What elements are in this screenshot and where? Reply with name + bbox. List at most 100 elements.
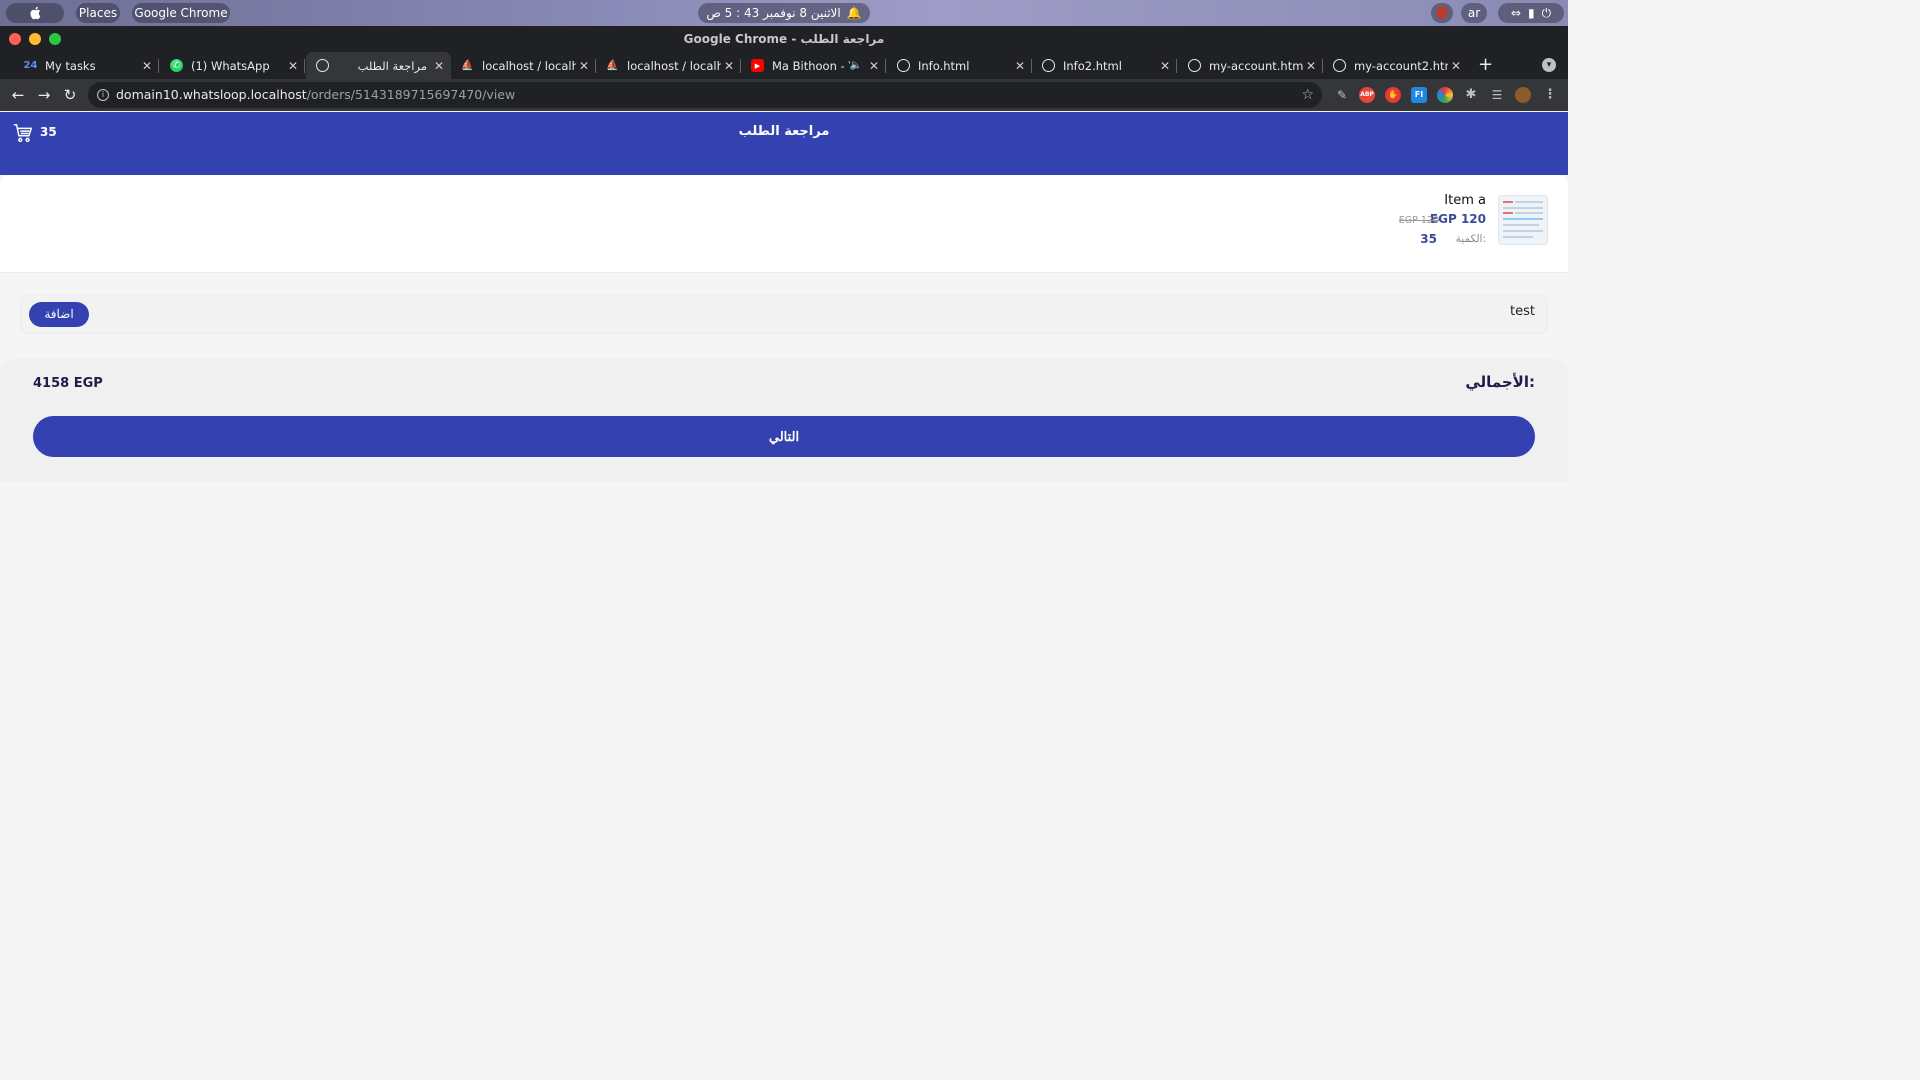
tab-separator (1176, 59, 1177, 73)
shield-indicator[interactable] (1431, 3, 1453, 23)
volume-icon: ▮ (1527, 6, 1535, 20)
close-tab-icon[interactable]: ✕ (431, 59, 447, 73)
active-app-menu[interactable]: Google Chrome (132, 3, 230, 23)
tab-label: localhost / localhost (627, 58, 721, 73)
globe-icon (316, 59, 329, 72)
tab-label: Info.html (918, 58, 970, 73)
tab-separator (304, 59, 305, 73)
language-indicator[interactable]: ar (1461, 3, 1487, 23)
tab-my-tasks[interactable]: 24 My tasks ✕ (14, 52, 159, 79)
network-icon: ⇔ (1510, 6, 1521, 20)
tab-info2[interactable]: Info2.html ✕ (1032, 52, 1177, 79)
clock-text: الاثنين 8 نوفمبر 43 : 5 ص (706, 6, 841, 20)
clock[interactable]: 🔔 الاثنين 8 نوفمبر 43 : 5 ص (698, 3, 870, 23)
phpmyadmin-icon: ⛵ (461, 60, 474, 71)
tab-label: Info2.html (1063, 58, 1122, 73)
globe-icon (1042, 59, 1055, 72)
total-value: 4158 EGP (33, 376, 103, 391)
color-extension-icon[interactable] (1437, 87, 1453, 103)
window-titlebar: Google Chrome - مراجعة الطلب (0, 26, 1568, 52)
item-name: Item a (1444, 193, 1486, 208)
close-tab-icon[interactable]: ✕ (866, 59, 882, 73)
close-tab-icon[interactable]: ✕ (285, 59, 301, 73)
page-header: 35 مراجعة الطلب (0, 112, 1568, 175)
tab-label: my-account2.html (1354, 58, 1448, 73)
tab-label: My tasks (45, 58, 96, 73)
globe-icon (1188, 59, 1201, 72)
add-button[interactable]: اضافة (29, 302, 89, 327)
close-tab-icon[interactable]: ✕ (1448, 59, 1464, 73)
minimize-window-button[interactable] (29, 33, 41, 45)
web-page: 35 مراجعة الطلب Item a EGP 120 EGP 120 ا… (0, 112, 1568, 882)
tab-label: Ma Bithoon - Yo (772, 58, 850, 73)
url-host: domain10.whatsloop.localhost (116, 87, 307, 102)
address-bar[interactable]: i domain10.whatsloop.localhost/orders/51… (88, 82, 1322, 108)
system-tray[interactable]: ⇔ ▮ ⏻ (1498, 3, 1564, 23)
chrome-menu-icon[interactable]: ⋮ (1542, 87, 1558, 103)
profile-avatar[interactable] (1515, 87, 1531, 103)
globe-icon (1333, 59, 1346, 72)
reading-list-icon[interactable]: ☰ (1489, 87, 1505, 103)
item-old-price: EGP 120 (1398, 215, 1439, 226)
tab-my-account[interactable]: my-account.html ✕ (1178, 52, 1323, 79)
url-path: /orders/5143189715697470/view (306, 87, 516, 102)
power-icon: ⏻ (1541, 5, 1552, 20)
page-title: مراجعة الطلب (738, 124, 830, 139)
total-section: الأجمالي: 4158 EGP التالي (0, 359, 1568, 482)
hand-extension-icon[interactable]: ✋ (1385, 87, 1401, 103)
reload-button[interactable]: ↻ (60, 85, 80, 105)
phpmyadmin-icon: ⛵ (606, 60, 619, 71)
browser-toolbar: ← → ↻ i domain10.whatsloop.localhost/ord… (0, 79, 1568, 111)
tab-label: (1) WhatsApp (191, 58, 270, 73)
close-tab-icon[interactable]: ✕ (576, 59, 592, 73)
next-button[interactable]: التالي (33, 416, 1535, 457)
close-tab-icon[interactable]: ✕ (721, 59, 737, 73)
order-item: Item a EGP 120 EGP 120 الكمية: 35 (0, 175, 1568, 273)
youtube-icon: ▶ (751, 59, 764, 72)
tab-label: مراجعة الطلب (357, 58, 427, 73)
close-tab-icon[interactable]: ✕ (1012, 59, 1028, 73)
new-tab-button[interactable]: + (1478, 54, 1493, 75)
tab-order-review[interactable]: مراجعة الطلب ✕ (306, 52, 451, 79)
forward-button[interactable]: → (34, 85, 54, 105)
shield-icon (1437, 7, 1447, 19)
maximize-window-button[interactable] (49, 33, 61, 45)
tab-separator (885, 59, 886, 73)
globe-icon (897, 59, 910, 72)
tab-localhost-2[interactable]: ⛵ localhost / localhost ✕ (596, 52, 741, 79)
back-button[interactable]: ← (8, 85, 28, 105)
tasks-icon: 24 (23, 60, 38, 71)
apple-icon (30, 6, 41, 20)
bookmark-star-icon[interactable]: ☆ (1301, 82, 1314, 108)
close-tab-icon[interactable]: ✕ (1157, 59, 1173, 73)
tab-search-button[interactable]: ▾ (1542, 58, 1556, 72)
tab-strip: 24 My tasks ✕ ✆ (1) WhatsApp ✕ مراجعة ال… (0, 52, 1568, 79)
tab-whatsapp[interactable]: ✆ (1) WhatsApp ✕ (160, 52, 305, 79)
fi-extension-icon[interactable]: FI (1411, 87, 1427, 103)
speaker-icon[interactable]: 🔈 (850, 60, 862, 71)
system-top-bar: Places Google Chrome 🔔 الاثنين 8 نوفمبر … (0, 0, 1568, 26)
tab-label: my-account.html (1209, 58, 1303, 73)
whatsapp-icon: ✆ (170, 59, 183, 72)
adblock-extension-icon[interactable]: ABP (1359, 87, 1375, 103)
tab-localhost-1[interactable]: ⛵ localhost / localhost ✕ (451, 52, 596, 79)
close-tab-icon[interactable]: ✕ (139, 59, 155, 73)
tab-my-account2[interactable]: my-account2.html ✕ (1323, 52, 1468, 79)
close-tab-icon[interactable]: ✕ (1303, 59, 1319, 73)
note-input-box[interactable]: test اضافة (20, 294, 1548, 334)
total-label: الأجمالي: (1465, 373, 1535, 391)
quantity-value: 35 (1420, 232, 1437, 246)
extensions-puzzle-icon[interactable]: ✱ (1463, 87, 1479, 103)
tab-info[interactable]: Info.html ✕ (887, 52, 1032, 79)
site-info-icon[interactable]: i (97, 89, 109, 101)
window-title: Google Chrome - مراجعة الطلب (683, 32, 885, 46)
close-window-button[interactable] (9, 33, 21, 45)
places-menu[interactable]: Places (76, 3, 120, 23)
bell-icon: 🔔 (846, 6, 862, 20)
pen-extension-icon[interactable]: ✎ (1334, 87, 1350, 103)
tab-youtube[interactable]: ▶ Ma Bithoon - Yo 🔈 ✕ (741, 52, 886, 79)
note-input-value[interactable]: test (1510, 304, 1535, 319)
item-thumbnail (1498, 195, 1548, 245)
apple-menu-button[interactable] (6, 3, 64, 23)
tab-label: localhost / localhost (482, 58, 576, 73)
